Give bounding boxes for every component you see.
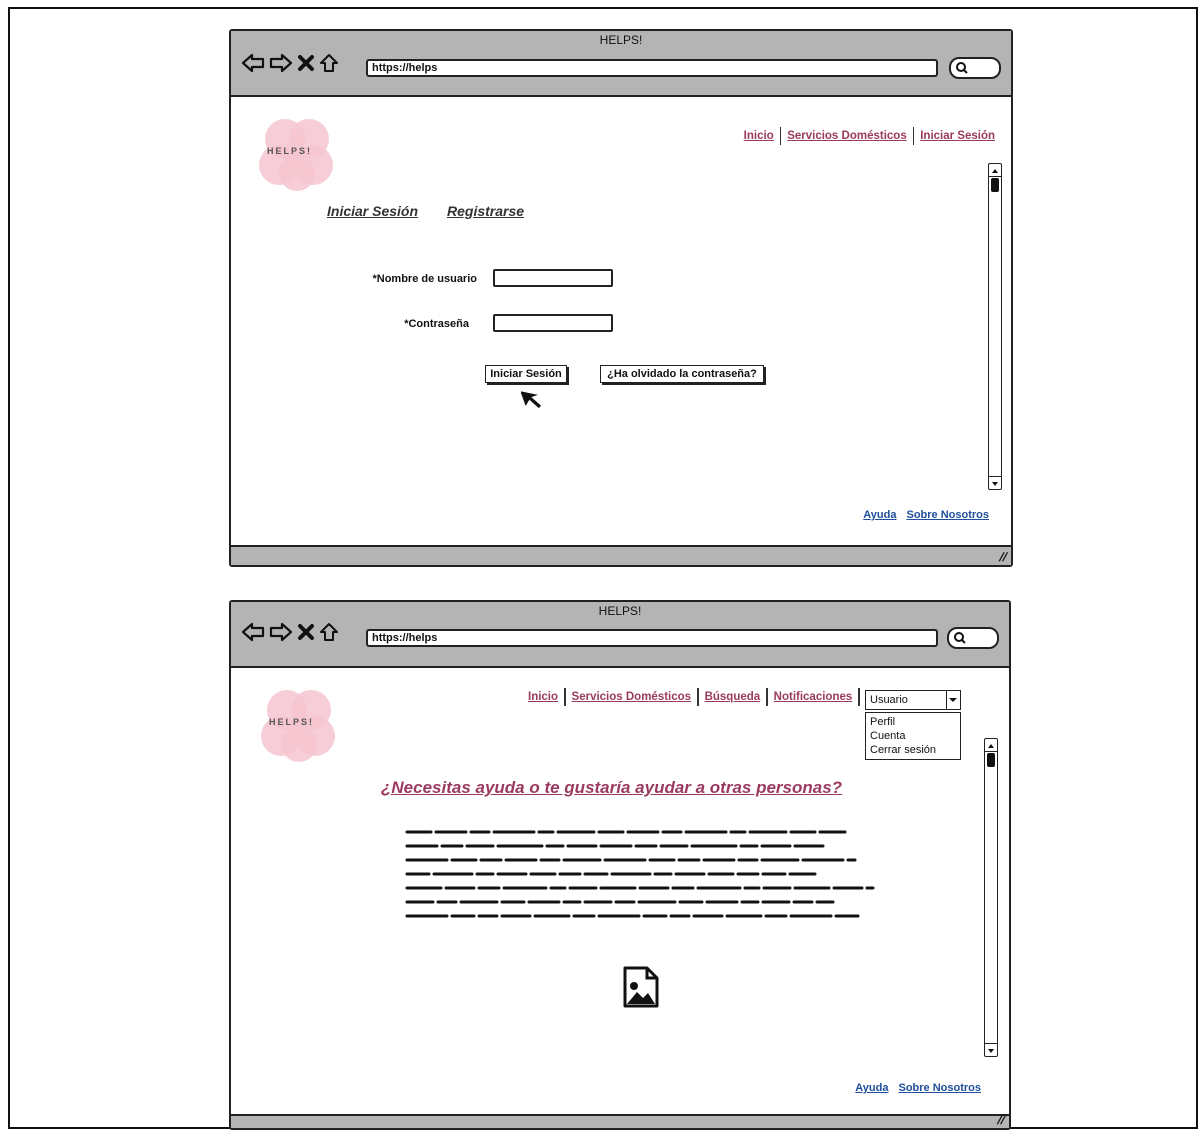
home-icon[interactable]	[319, 622, 339, 642]
user-dropdown-value: Usuario	[870, 694, 908, 706]
back-arrow-icon[interactable]	[241, 622, 265, 642]
tab-registrarse[interactable]: Registrarse	[447, 203, 524, 219]
scrollbar[interactable]	[988, 163, 1002, 490]
scroll-down-button[interactable]	[985, 1043, 997, 1056]
browser-titlebar: HELPS! https://helps	[231, 31, 1011, 97]
nav-divider	[779, 127, 782, 145]
user-dropdown-menu: Perfil Cuenta Cerrar sesión	[865, 712, 961, 760]
nav-notificaciones[interactable]: Notificaciones	[774, 691, 853, 703]
forward-arrow-icon[interactable]	[269, 622, 293, 642]
nav-divider	[564, 688, 566, 706]
nav-inicio[interactable]: Inicio	[744, 130, 774, 142]
scroll-up-button[interactable]	[985, 739, 997, 752]
logo-text: HELPS!	[269, 717, 315, 727]
window-title: HELPS!	[599, 33, 643, 47]
browser-search-button[interactable]	[947, 627, 999, 649]
chevron-down-icon[interactable]	[946, 691, 960, 709]
forgot-password-button[interactable]: ¿Ha olvidado la contraseña?	[600, 365, 764, 383]
nav-divider	[697, 688, 699, 706]
resize-handle-icon[interactable]: //	[998, 550, 1010, 564]
footer-sobre-nosotros[interactable]: Sobre Nosotros	[898, 1082, 981, 1094]
address-bar[interactable]: https://helps	[366, 629, 938, 647]
username-label: *Nombre de usuario	[372, 273, 477, 285]
resize-handle-icon[interactable]: //	[996, 1113, 1008, 1127]
scroll-thumb[interactable]	[987, 753, 995, 767]
menu-item-cerrar-sesion[interactable]: Cerrar sesión	[870, 743, 956, 757]
nav-divider	[912, 127, 915, 145]
scroll-thumb[interactable]	[991, 178, 999, 192]
footer-links: Ayuda Sobre Nosotros	[855, 1082, 981, 1094]
menu-item-cuenta[interactable]: Cuenta	[870, 729, 956, 743]
forward-arrow-icon[interactable]	[269, 53, 293, 73]
placeholder-text-block	[405, 830, 875, 918]
top-nav: Inicio Servicios Domésticos Iniciar Sesi…	[744, 127, 995, 145]
footer-sobre-nosotros[interactable]: Sobre Nosotros	[906, 509, 989, 521]
home-icon[interactable]	[319, 53, 339, 73]
scrollbar[interactable]	[984, 738, 998, 1057]
nav-inicio[interactable]: Inicio	[528, 691, 558, 703]
logo: HELPS!	[253, 115, 343, 195]
nav-divider	[766, 688, 768, 706]
status-bar: //	[231, 545, 1011, 565]
tab-iniciar-sesion[interactable]: Iniciar Sesión	[327, 203, 418, 219]
nav-busqueda[interactable]: Búsqueda	[705, 691, 761, 703]
browser-window-login: HELPS! https://helps HELPS! Inicio Servi…	[229, 29, 1013, 567]
logo: HELPS!	[255, 686, 345, 766]
top-nav: Inicio Servicios Domésticos Búsqueda Not…	[528, 688, 866, 706]
footer-ayuda[interactable]: Ayuda	[855, 1082, 888, 1094]
login-button[interactable]: Iniciar Sesión	[485, 365, 567, 383]
logo-text: HELPS!	[267, 146, 313, 156]
browser-nav-buttons	[241, 53, 339, 73]
browser-window-home: HELPS! https://helps HELPS! Inicio Servi…	[229, 600, 1011, 1130]
password-label: *Contraseña	[404, 318, 469, 330]
browser-titlebar: HELPS! https://helps	[231, 602, 1009, 668]
nav-servicios[interactable]: Servicios Domésticos	[572, 691, 692, 703]
nav-servicios[interactable]: Servicios Domésticos	[787, 130, 907, 142]
footer-ayuda[interactable]: Ayuda	[863, 509, 896, 521]
menu-item-perfil[interactable]: Perfil	[870, 715, 956, 729]
password-field[interactable]	[493, 314, 613, 332]
user-dropdown[interactable]: Usuario	[865, 690, 961, 710]
browser-search-button[interactable]	[949, 57, 1001, 79]
username-field[interactable]	[493, 269, 613, 287]
mouse-cursor-icon	[518, 385, 551, 420]
window-title: HELPS!	[598, 604, 642, 618]
back-arrow-icon[interactable]	[241, 53, 265, 73]
image-placeholder-icon	[623, 966, 659, 1013]
stop-icon[interactable]	[297, 54, 315, 72]
browser-nav-buttons	[241, 622, 339, 642]
nav-divider	[858, 688, 860, 706]
footer-links: Ayuda Sobre Nosotros	[863, 509, 989, 521]
stop-icon[interactable]	[297, 623, 315, 641]
scroll-down-button[interactable]	[989, 476, 1001, 489]
nav-iniciar-sesion[interactable]: Iniciar Sesión	[920, 130, 995, 142]
address-bar[interactable]: https://helps	[366, 59, 938, 77]
page-headline: ¿Necesitas ayuda o te gustaría ayudar a …	[381, 778, 843, 797]
scroll-up-button[interactable]	[989, 164, 1001, 177]
